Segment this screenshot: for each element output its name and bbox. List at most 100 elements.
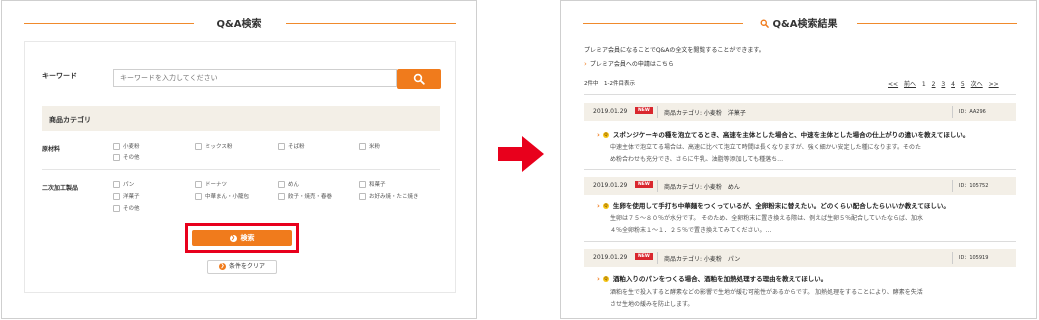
checkbox-raw-2[interactable]: そば粉: [278, 142, 305, 150]
checkbox-box[interactable]: [113, 154, 120, 161]
processed-product-label: 二次加工製品: [42, 185, 79, 192]
header-separator: [657, 106, 658, 118]
checkbox-box[interactable]: [113, 205, 120, 212]
search-button[interactable]: ❯ 検索: [192, 230, 292, 246]
result-id: ID：AA296: [959, 109, 986, 115]
answer-snippet: ４％全卵粉末１～１．２５％で置き換えてみてください。…: [610, 227, 772, 234]
pager-page[interactable]: 3: [941, 81, 945, 88]
result-category: 商品カテゴリ: 小麦粉 パン: [664, 256, 741, 263]
chevron-right-icon: ›: [584, 60, 587, 68]
keyword-search-button[interactable]: [397, 69, 441, 89]
header-separator: [952, 180, 953, 192]
search-title-bar: Q&A検索: [2, 15, 476, 31]
pager-next[interactable]: 次へ: [971, 81, 983, 88]
checkbox-box[interactable]: [195, 193, 202, 200]
pager-page-current: 1: [921, 81, 926, 88]
answer-snippet: 中速主体で泡立てる場合は、高速に比べて泡立て時間は長くなりますが、強く細かい安定…: [610, 144, 922, 151]
answer-snippet: 生卵は７５～８０％が水分です。 そのため、全卵粉末に置き換える際は、例えば生卵５…: [610, 215, 923, 222]
answer-snippet: させ生地の緩みを防止します。: [610, 301, 694, 308]
checkbox-raw-1[interactable]: ミックス粉: [195, 142, 232, 150]
checkbox-box[interactable]: [278, 181, 285, 188]
chevron-right-icon: ›: [597, 131, 600, 139]
checkbox-label: 中華まん・小籠包: [205, 194, 250, 200]
result-question[interactable]: › Q 生卵を使用して手打ち中華麺をつくっているが、全卵粉末に替えたい。どのくらい配…: [597, 200, 950, 210]
result-count: 2件中 1-2件目表示: [584, 81, 635, 87]
search-panel: Q&A検索 キーワード 商品カテゴリ 原材料 小麦粉 ミックス粉 そば粉 米粉 …: [1, 0, 477, 319]
question-icon: Q: [602, 276, 609, 282]
keyword-input[interactable]: [113, 69, 397, 87]
title-rule-right: [286, 23, 456, 24]
chevron-right-icon: ❯: [218, 263, 226, 270]
checkbox-label: ドーナツ: [205, 182, 228, 188]
checkbox-raw-4[interactable]: その他: [113, 153, 140, 161]
checkbox-processed-4[interactable]: 洋菓子: [113, 192, 140, 200]
result-category: 商品カテゴリ: 小麦粉 洋菓子: [664, 110, 746, 117]
result-header: 2019.01.29 NEW 商品カテゴリ: 小麦粉 めん ID：105752: [584, 177, 1016, 195]
checkbox-box[interactable]: [195, 181, 202, 188]
chevron-right-icon: ❯: [229, 234, 237, 242]
answer-snippet: め粉合わせも充分でき、さらに牛乳、油脂等添加しても種落ち…: [610, 156, 784, 163]
checkbox-processed-5[interactable]: 中華まん・小籠包: [195, 192, 249, 200]
question-text: 酒粕入りのパンをつくる場合、酒粕を加熱処理する理由を教えてほしい。: [612, 275, 828, 283]
checkbox-processed-3[interactable]: 和菓子: [359, 180, 386, 188]
results-panel: Q&A検索結果 プレミア会員になることでQ&Aの全文を閲覧することができます。 …: [560, 0, 1037, 319]
checkbox-label: そば粉: [288, 144, 305, 150]
result-question[interactable]: › Q 酒粕入りのパンをつくる場合、酒粕を加熱処理する理由を教えてほしい。: [597, 273, 827, 283]
checkbox-label: めん: [288, 182, 300, 188]
new-badge: NEW: [635, 107, 653, 114]
checkbox-label: ミックス粉: [205, 144, 233, 150]
premium-note: プレミア会員になることでQ&Aの全文を閲覧することができます。: [584, 47, 765, 54]
checkbox-processed-8[interactable]: その他: [113, 204, 140, 212]
checkbox-processed-1[interactable]: ドーナツ: [195, 180, 227, 188]
checkbox-box[interactable]: [113, 193, 120, 200]
checkbox-processed-7[interactable]: お好み焼・たこ焼き: [359, 192, 419, 200]
keyword-label: キーワード: [42, 72, 77, 80]
premium-link-row: › プレミア会員への申請はこちら: [584, 59, 674, 68]
result-id: ID：105752: [959, 183, 989, 189]
pagination: << 前へ 1 2 3 4 5 次へ >>: [884, 79, 999, 88]
result-question[interactable]: › Q スポンジケーキの種を泡立てるとき、高速を主体とした場合と、中速を主体とした場…: [597, 129, 969, 139]
result-category: 商品カテゴリ: 小麦粉 めん: [664, 184, 740, 191]
clear-conditions-button[interactable]: ❯ 条件をクリア: [207, 260, 277, 274]
result-id: ID：105919: [959, 255, 989, 261]
checkbox-label: 小麦粉: [123, 144, 140, 150]
results-title: Q&A検索結果: [772, 19, 838, 30]
checkbox-processed-2[interactable]: めん: [278, 180, 299, 188]
question-icon: Q: [602, 203, 609, 209]
pager-last[interactable]: >>: [989, 81, 999, 88]
premium-link[interactable]: プレミア会員への申請はこちら: [590, 61, 674, 68]
result-divider: [584, 241, 1016, 242]
new-badge: NEW: [635, 181, 653, 188]
header-separator: [657, 252, 658, 264]
checkbox-raw-0[interactable]: 小麦粉: [113, 142, 140, 150]
row-divider: [42, 169, 440, 170]
new-badge: NEW: [635, 253, 653, 260]
checkbox-label: 和菓子: [369, 182, 386, 188]
header-separator: [657, 180, 658, 192]
checkbox-processed-0[interactable]: パン: [113, 180, 134, 188]
raw-material-label: 原材料: [42, 146, 61, 153]
pager-page[interactable]: 2: [932, 81, 936, 88]
search-button-label: 検索: [240, 234, 255, 242]
checkbox-box[interactable]: [113, 143, 120, 150]
checkbox-box[interactable]: [359, 143, 366, 150]
checkbox-box[interactable]: [195, 143, 202, 150]
checkbox-processed-6[interactable]: 餃子・焼売・春巻: [278, 192, 332, 200]
result-date: 2019.01.29: [593, 254, 628, 261]
chevron-right-icon: ›: [597, 275, 600, 283]
category-header: 商品カテゴリ: [42, 106, 440, 131]
checkbox-label: 餃子・焼売・春巻: [288, 194, 333, 200]
pager-page[interactable]: 4: [951, 81, 955, 88]
checkbox-label: お好み焼・たこ焼き: [369, 194, 419, 200]
search-icon: [413, 73, 425, 85]
checkbox-label: パン: [123, 182, 135, 188]
checkbox-box[interactable]: [359, 193, 366, 200]
checkbox-box[interactable]: [278, 143, 285, 150]
checkbox-raw-3[interactable]: 米粉: [359, 142, 380, 150]
pager-prev[interactable]: 前へ: [904, 81, 916, 88]
checkbox-box[interactable]: [278, 193, 285, 200]
checkbox-box[interactable]: [359, 181, 366, 188]
pager-first[interactable]: <<: [888, 81, 898, 88]
pager-page[interactable]: 5: [961, 81, 965, 88]
checkbox-box[interactable]: [113, 181, 120, 188]
